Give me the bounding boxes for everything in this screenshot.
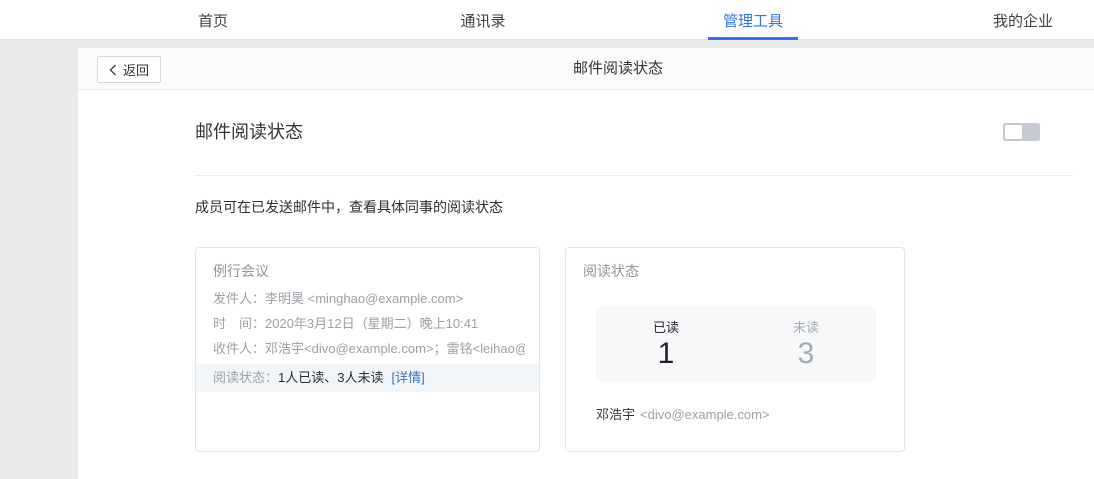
nav-tab-admin-tools-label: 管理工具 <box>723 10 783 31</box>
toggle-knob <box>1005 125 1022 139</box>
section-divider <box>195 175 1073 176</box>
read-column: 已读 1 <box>596 306 736 382</box>
reader-entry: 邓浩宇 <divo@example.com> <box>596 404 770 423</box>
mail-subject: 例行会议 <box>213 261 269 281</box>
mail-field-recipients: 收件人：邓浩宇<divo@example.com>；雷铭<leihao@e... <box>213 336 525 361</box>
detail-link[interactable]: [详情] <box>391 370 424 385</box>
feature-title: 邮件阅读状态 <box>195 118 303 144</box>
read-status-card: 阅读状态 已读 1 未读 3 邓浩宇 <divo@example.com> <box>565 247 905 452</box>
read-unread-panel: 已读 1 未读 3 <box>596 306 876 382</box>
mail-field-sender: 发件人：李明昊 <minghao@example.com> <box>213 286 525 311</box>
top-nav: 首页 通讯录 管理工具 我的企业 <box>0 0 1094 40</box>
read-status-card-title: 阅读状态 <box>583 261 639 281</box>
page-header: 返回 邮件阅读状态 <box>78 48 1094 90</box>
main-panel: 返回 邮件阅读状态 邮件阅读状态 成员可在已发送邮件中，查看具体同事的阅读状态 … <box>78 48 1094 479</box>
feature-toggle[interactable] <box>1003 123 1040 141</box>
reader-name: 邓浩宇 <box>596 407 635 422</box>
nav-tab-admin-tools[interactable]: 管理工具 <box>618 0 888 40</box>
mail-field-recipients-label: 收件人： <box>213 341 265 356</box>
feature-description: 成员可在已发送邮件中，查看具体同事的阅读状态 <box>195 197 503 217</box>
read-status-row-value: 1人已读、3人未读 <box>278 370 383 385</box>
mail-field-time-value: 2020年3月12日（星期二）晚上10:41 <box>265 316 478 331</box>
unread-column: 未读 3 <box>736 306 876 382</box>
mail-preview-card: 例行会议 发件人：李明昊 <minghao@example.com> 时 间：2… <box>195 247 540 452</box>
nav-tab-my-company[interactable]: 我的企业 <box>888 0 1094 40</box>
mail-field-time-label: 时 间： <box>213 316 265 331</box>
read-status-row: 阅读状态：1人已读、3人未读 [详情] <box>196 364 539 392</box>
read-status-row-label: 阅读状态： <box>213 370 278 385</box>
unread-label: 未读 <box>736 317 876 336</box>
nav-tab-contacts[interactable]: 通讯录 <box>348 0 618 40</box>
mail-fields: 发件人：李明昊 <minghao@example.com> 时 间：2020年3… <box>213 286 525 361</box>
mail-field-recipients-value: 邓浩宇<divo@example.com>；雷铭<leihao@e... <box>265 341 525 356</box>
nav-tab-bar: 首页 通讯录 管理工具 我的企业 <box>78 0 1094 40</box>
mail-field-time: 时 间：2020年3月12日（星期二）晚上10:41 <box>213 311 525 336</box>
nav-tab-home[interactable]: 首页 <box>78 0 348 40</box>
unread-count: 3 <box>736 337 876 371</box>
mail-field-sender-value: 李明昊 <minghao@example.com> <box>265 291 463 306</box>
read-count: 1 <box>596 337 736 371</box>
mail-field-sender-label: 发件人： <box>213 291 265 306</box>
page-title: 邮件阅读状态 <box>78 48 1094 90</box>
reader-email: <divo@example.com> <box>640 407 770 422</box>
read-label: 已读 <box>596 317 736 336</box>
active-tab-underline <box>708 37 798 40</box>
